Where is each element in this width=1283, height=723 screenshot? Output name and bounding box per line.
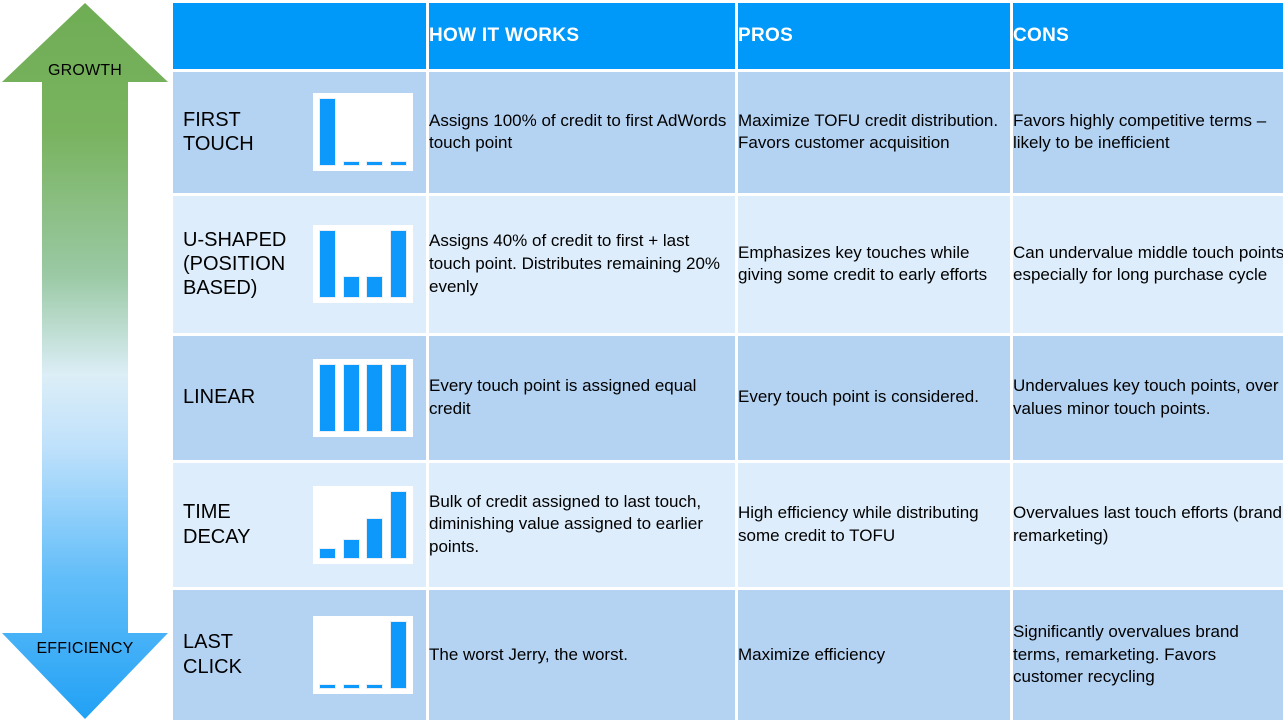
table-row: U-SHAPED (POSITION BASED) Assigns 40% of …: [173, 195, 1283, 333]
chart-bar: [366, 363, 384, 432]
how-it-works-cell-text: Every touch point is assigned equal cred…: [429, 375, 697, 418]
table-row: TIME DECAY Bulk of credit assigned to las…: [173, 462, 1283, 587]
model-cell: U-SHAPED (POSITION BASED): [173, 195, 426, 333]
attribution-bar-chart: [313, 358, 413, 437]
model-cell: TIME DECAY: [173, 462, 426, 587]
pros-cell-text: Maximize efficiency: [738, 644, 886, 664]
attribution-bar-chart: [313, 615, 413, 694]
pros-cell: Maximize efficiency: [738, 589, 1010, 720]
pros-cell-text: High efficiency while distributing some …: [738, 503, 979, 545]
model-cell-inner: LAST CLICK: [173, 590, 426, 720]
how-it-works-cell: Every touch point is assigned equal cred…: [429, 335, 735, 460]
axis-label-efficiency: EFFICIENCY: [36, 640, 134, 657]
header-row: HOW IT WORKS PROS CONS: [173, 3, 1283, 69]
cons-cell: Undervalues key touch points, over value…: [1013, 335, 1283, 460]
how-it-works-cell-text: Assigns 100% of credit to first AdWords …: [429, 110, 727, 153]
how-it-works-cell-text: The worst Jerry, the worst.: [429, 644, 629, 664]
column-header-how-it-works: HOW IT WORKS: [429, 3, 735, 69]
model-cell: LINEAR: [173, 335, 426, 460]
attribution-bar-chart: [313, 93, 413, 172]
chart-bar: [389, 363, 407, 432]
double-arrow-icon: [2, 3, 168, 719]
model-cell: FIRST TOUCH: [173, 72, 426, 193]
model-name: FIRST TOUCH: [183, 109, 254, 156]
axis-label-growth: GROWTH: [47, 62, 123, 79]
chart-bar: [366, 683, 384, 689]
chart-bar: [366, 276, 384, 299]
cons-cell: Overvalues last touch efforts (brand, re…: [1013, 462, 1283, 587]
model-cell-inner: LINEAR: [173, 336, 426, 460]
how-it-works-cell-text: Bulk of credit assigned to last touch, d…: [429, 491, 704, 556]
model-cell: LAST CLICK: [173, 589, 426, 720]
cons-cell: Significantly overvalues brand terms, re…: [1013, 589, 1283, 720]
pros-cell: Maximize TOFU credit distribution. Favor…: [738, 72, 1010, 193]
column-header-model: [173, 3, 426, 69]
chart-bar: [319, 363, 336, 432]
chart-bar: [342, 538, 360, 559]
chart-bar: [319, 683, 336, 689]
table-row: LINEAR Every touch point is assigned equa…: [173, 335, 1283, 460]
column-header-pros: PROS: [738, 3, 1010, 69]
table-body: FIRST TOUCH Assigns 100% of credit to fir…: [173, 72, 1283, 720]
chart-bar: [342, 683, 360, 689]
attribution-comparison-table: HOW IT WORKS PROS CONS FIRST TOUCH Assign…: [170, 0, 1283, 723]
chart-bar: [342, 363, 360, 432]
pros-cell-text: Maximize TOFU credit distribution. Favor…: [738, 110, 999, 153]
cons-cell-text: Undervalues key touch points, over value…: [1013, 375, 1279, 418]
cons-cell-text: Overvalues last touch efforts (brand, re…: [1013, 503, 1283, 545]
attribution-bar-chart: [313, 485, 413, 564]
table-header: HOW IT WORKS PROS CONS: [173, 3, 1283, 69]
chart-bar: [366, 161, 384, 167]
model-name: LAST CLICK: [183, 631, 242, 678]
how-it-works-cell: The worst Jerry, the worst.: [429, 589, 735, 720]
pros-cell-text: Every touch point is considered.: [738, 387, 979, 407]
growth-efficiency-axis: GROWTH EFFICIENCY: [0, 0, 170, 723]
cons-cell-text: Significantly overvalues brand terms, re…: [1013, 621, 1239, 687]
model-name: TIME DECAY: [183, 501, 251, 548]
chart-bar: [389, 161, 407, 167]
chart-bar: [342, 161, 360, 167]
cons-cell-text: Can undervalue middle touch points, espe…: [1013, 242, 1283, 285]
chart-bar: [366, 517, 384, 559]
model-cell-inner: TIME DECAY: [173, 463, 426, 587]
chart-bar: [389, 490, 407, 559]
how-it-works-cell: Assigns 40% of credit to first + last to…: [429, 195, 735, 333]
how-it-works-cell: Bulk of credit assigned to last touch, d…: [429, 462, 735, 587]
chart-bar: [389, 620, 407, 689]
chart-bar: [389, 230, 407, 299]
chart-bar: [319, 230, 336, 299]
attribution-bar-chart: [313, 225, 413, 304]
chart-bar: [319, 98, 336, 167]
cons-cell: Favors highly competitive terms – likely…: [1013, 72, 1283, 193]
pros-cell: Emphasizes key touches while giving some…: [738, 195, 1010, 333]
cons-cell-text: Favors highly competitive terms – likely…: [1013, 110, 1267, 153]
cons-cell: Can undervalue middle touch points, espe…: [1013, 195, 1283, 333]
chart-bar: [342, 276, 360, 299]
how-it-works-cell-text: Assigns 40% of credit to first + last to…: [429, 231, 721, 296]
table-row: FIRST TOUCH Assigns 100% of credit to fir…: [173, 72, 1283, 193]
pros-cell: Every touch point is considered.: [738, 335, 1010, 460]
pros-cell-text: Emphasizes key touches while giving some…: [738, 242, 988, 285]
model-name: U-SHAPED (POSITION BASED): [183, 228, 287, 300]
model-cell-inner: FIRST TOUCH: [173, 72, 426, 193]
chart-bar: [319, 547, 336, 559]
model-name: LINEAR: [183, 386, 256, 409]
model-cell-inner: U-SHAPED (POSITION BASED): [173, 196, 426, 333]
pros-cell: High efficiency while distributing some …: [738, 462, 1010, 587]
table-row: LAST CLICK The worst Jerry, the worst. Max…: [173, 589, 1283, 720]
column-header-cons: CONS: [1013, 3, 1283, 69]
attribution-models-infographic: GROWTH EFFICIENCY HOW IT WORKS PROS CONS: [0, 0, 1283, 723]
how-it-works-cell: Assigns 100% of credit to first AdWords …: [429, 72, 735, 193]
